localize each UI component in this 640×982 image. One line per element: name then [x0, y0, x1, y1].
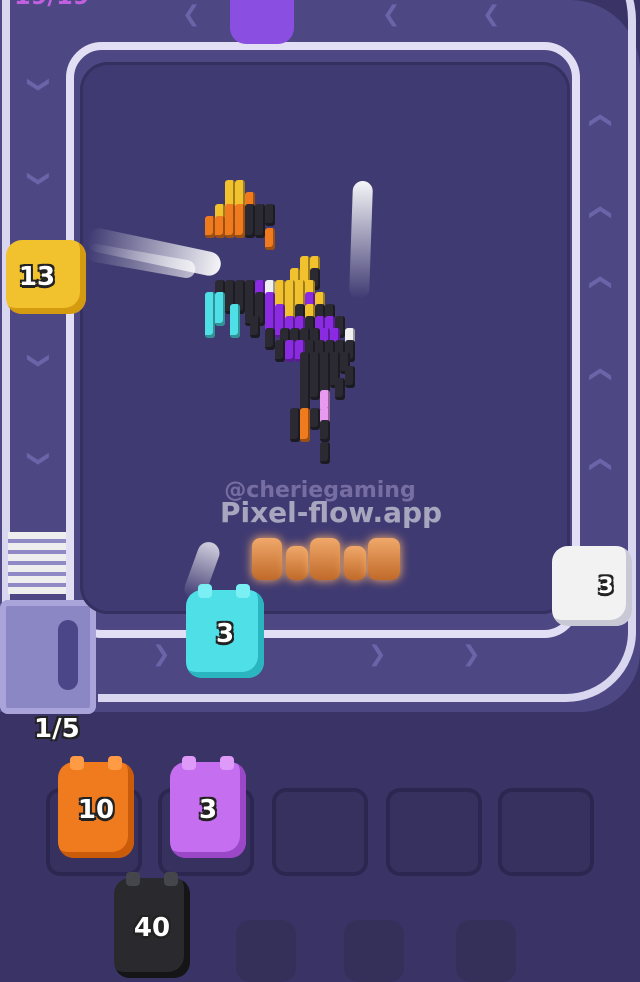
- white-pig[interactable]: 3: [552, 546, 632, 626]
- watermark-site: Pixel-flow.app: [220, 496, 443, 529]
- white-pig-count: 3: [598, 573, 614, 599]
- chevron-icon: ❯: [462, 642, 481, 667]
- chevron-icon: ❮: [588, 365, 614, 384]
- cyan-pig-count: 3: [215, 619, 235, 649]
- pixel-black: [265, 328, 275, 350]
- pixel-orange: [235, 216, 245, 238]
- pixel-orange: [265, 228, 275, 250]
- purple-pig[interactable]: 3: [170, 756, 246, 858]
- queue-progress: 1/5: [34, 714, 80, 744]
- future-slot: [456, 920, 516, 982]
- pixel-black: [320, 442, 330, 464]
- pixel-black: [275, 340, 285, 362]
- chevron-icon: ❮: [382, 2, 401, 27]
- chevron-icon: ❮: [588, 273, 614, 292]
- chevron-icon: ❮: [588, 455, 614, 474]
- shot-beam: [348, 180, 374, 300]
- future-slot: [236, 920, 296, 982]
- queue-slot[interactable]: [272, 788, 368, 876]
- chevron-icon: ❮: [588, 203, 614, 222]
- chevron-icon: ❯: [368, 642, 387, 667]
- black-pig-count: 40: [133, 913, 171, 943]
- chevron-icon: ❮: [24, 75, 50, 94]
- ladder: [8, 532, 66, 594]
- pixel-black: [310, 408, 320, 430]
- cyan-pig[interactable]: 3: [186, 584, 264, 678]
- pixel-orange: [215, 216, 225, 238]
- pixel-black: [265, 204, 275, 226]
- purple-pig-top[interactable]: [230, 0, 294, 44]
- pixel-cyan: [230, 316, 240, 338]
- pixel-black: [320, 420, 330, 442]
- pixel-black: [250, 316, 260, 338]
- chevron-icon: ❯: [152, 642, 171, 667]
- orange-pig-count: 10: [77, 795, 115, 825]
- orange-block: [310, 538, 340, 580]
- orange-block: [286, 546, 308, 580]
- orange-pig[interactable]: 10: [58, 756, 134, 858]
- chevron-icon: ❮: [588, 111, 614, 130]
- queue-slot[interactable]: [498, 788, 594, 876]
- pixel-orange: [205, 216, 215, 238]
- dispenser: [0, 600, 96, 714]
- pixel-black: [255, 216, 265, 238]
- chevron-icon: ❮: [182, 2, 201, 27]
- chevron-icon: ❮: [24, 351, 50, 370]
- pixel-cyan: [215, 304, 225, 326]
- pixel-orange: [225, 216, 235, 238]
- pixel-orange: [300, 420, 310, 442]
- orange-block: [368, 538, 400, 580]
- orange-block: [344, 546, 366, 580]
- chevron-icon: ❮: [24, 449, 50, 468]
- pixel-black: [310, 378, 320, 400]
- chevron-icon: ❮: [482, 2, 501, 27]
- pixel-black: [245, 216, 255, 238]
- top-score: 19/19: [14, 0, 90, 10]
- yellow-pig[interactable]: 13: [6, 240, 86, 314]
- orange-block: [252, 538, 282, 580]
- pixel-black: [335, 378, 345, 400]
- pixel-black: [290, 420, 300, 442]
- chevron-icon: ❮: [24, 169, 50, 188]
- pixel-purple: [285, 340, 295, 362]
- queue-slot[interactable]: [386, 788, 482, 876]
- pixel-black: [345, 366, 355, 388]
- pixel-cyan: [205, 316, 215, 338]
- dispenser-slot: [58, 620, 78, 690]
- yellow-pig-count: 13: [18, 262, 56, 292]
- black-pig[interactable]: 40: [114, 872, 190, 978]
- purple-pig-count: 3: [198, 795, 218, 825]
- future-slot: [344, 920, 404, 982]
